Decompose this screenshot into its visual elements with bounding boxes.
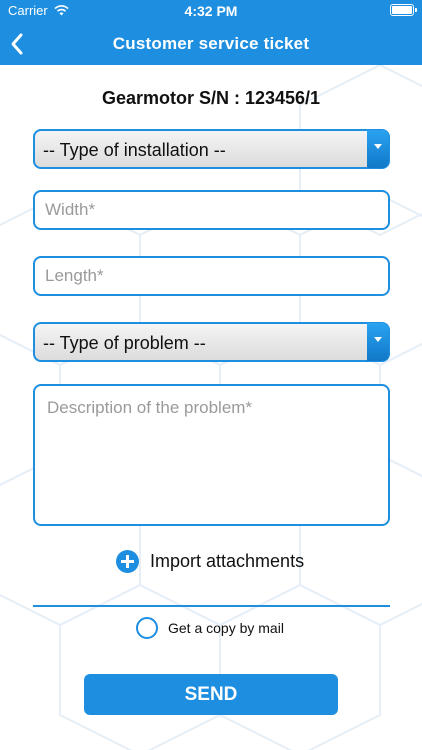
caret-down-icon — [367, 130, 389, 168]
caret-down-icon — [367, 323, 389, 361]
width-input[interactable] — [35, 192, 388, 228]
copy-by-mail-option[interactable]: Get a copy by mail — [136, 617, 284, 639]
send-button[interactable]: SEND — [84, 674, 338, 715]
navigation-bar: Customer service ticket — [0, 22, 422, 65]
import-attachments-label: Import attachments — [150, 550, 305, 571]
battery-icon — [390, 4, 417, 16]
problem-type-select[interactable]: -- Type of problem -- — [33, 322, 390, 362]
width-field[interactable] — [33, 190, 390, 230]
copy-by-mail-label: Get a copy by mail — [168, 620, 284, 636]
plus-circle-icon — [116, 549, 139, 573]
description-field[interactable] — [33, 384, 390, 526]
installation-type-value: -- Type of installation -- — [43, 140, 226, 160]
radio-icon[interactable] — [136, 617, 158, 639]
length-input[interactable] — [35, 258, 388, 294]
installation-type-select[interactable]: -- Type of installation -- — [33, 129, 390, 169]
import-attachments-button[interactable]: Import attachments — [116, 548, 304, 574]
page-title: Customer service ticket — [112, 34, 310, 53]
description-input[interactable] — [35, 386, 388, 524]
ticket-form: Gearmotor S/N : 123456/1 -- Type of inst… — [0, 65, 422, 750]
status-bar: Carrier 4:32 PM — [0, 0, 422, 22]
serial-number-label: Gearmotor S/N : 123456/1 — [101, 88, 321, 108]
status-time: 4:32 PM — [184, 3, 238, 19]
length-field[interactable] — [33, 256, 390, 296]
divider — [33, 605, 390, 607]
problem-type-value: -- Type of problem -- — [43, 333, 206, 353]
